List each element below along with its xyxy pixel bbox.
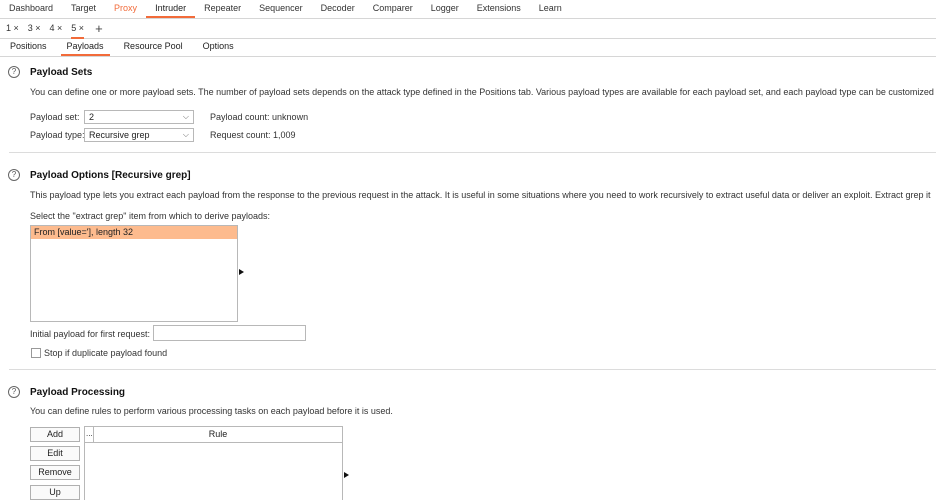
chevron-down-icon: ⌵ bbox=[182, 130, 189, 139]
remove-button[interactable]: Remove bbox=[30, 465, 80, 480]
attack-tabs: 1 × 3 × 4 × 5 × + bbox=[0, 19, 936, 39]
payload-set-label: Payload set: bbox=[30, 112, 80, 122]
payload-set-value: 2 bbox=[89, 112, 95, 122]
nav-decoder[interactable]: Decoder bbox=[312, 0, 364, 18]
up-button[interactable]: Up bbox=[30, 485, 80, 500]
sub-tabs: Positions Payloads Resource Pool Options bbox=[0, 39, 936, 57]
tab-options[interactable]: Options bbox=[197, 38, 240, 56]
nav-intruder[interactable]: Intruder bbox=[146, 0, 196, 18]
payload-processing-description: You can define rules to perform various … bbox=[30, 406, 393, 416]
splitter-arrow-icon[interactable] bbox=[344, 472, 349, 478]
payload-set-select[interactable]: 2 ⌵ bbox=[84, 110, 194, 124]
payload-processing-title: Payload Processing bbox=[30, 387, 126, 398]
add-button[interactable]: Add bbox=[30, 427, 80, 442]
nav-logger[interactable]: Logger bbox=[422, 0, 468, 18]
extract-grep-label: Select the "extract grep" item from whic… bbox=[30, 211, 270, 221]
rule-table-header: ... Rule bbox=[85, 427, 342, 443]
nav-sequencer[interactable]: Sequencer bbox=[250, 0, 312, 18]
top-nav: Dashboard Target Proxy Intruder Repeater… bbox=[0, 0, 936, 19]
chevron-down-icon: ⌵ bbox=[182, 112, 189, 121]
nav-proxy[interactable]: Proxy bbox=[105, 0, 146, 18]
rule-column-header[interactable]: Rule bbox=[94, 427, 342, 442]
payload-count: Payload count: unknown bbox=[210, 112, 309, 122]
nav-learn[interactable]: Learn bbox=[530, 0, 571, 18]
attack-tab-5[interactable]: 5 × bbox=[71, 19, 85, 39]
help-icon[interactable]: ? bbox=[8, 386, 20, 398]
nav-extensions[interactable]: Extensions bbox=[468, 0, 530, 18]
request-count: Request count: 1,009 bbox=[210, 130, 296, 140]
add-tab-icon[interactable]: + bbox=[95, 20, 103, 38]
initial-payload-input[interactable] bbox=[153, 325, 306, 341]
edit-button[interactable]: Edit bbox=[30, 446, 80, 461]
splitter-arrow-icon[interactable] bbox=[239, 269, 244, 275]
section-divider bbox=[9, 152, 936, 153]
payload-sets-description: You can define one or more payload sets.… bbox=[30, 87, 934, 97]
initial-payload-label: Initial payload for first request: bbox=[30, 329, 151, 339]
nav-repeater[interactable]: Repeater bbox=[195, 0, 250, 18]
extract-grep-list[interactable]: From [value='], length 32 bbox=[30, 225, 238, 322]
nav-target[interactable]: Target bbox=[62, 0, 105, 18]
payload-options-title: Payload Options [Recursive grep] bbox=[30, 170, 191, 181]
nav-comparer[interactable]: Comparer bbox=[364, 0, 422, 18]
payload-type-value: Recursive grep bbox=[89, 130, 150, 140]
payload-type-label: Payload type: bbox=[30, 130, 85, 140]
stop-duplicate-checkbox[interactable] bbox=[31, 348, 41, 358]
rule-table[interactable]: ... Rule bbox=[84, 426, 343, 500]
attack-tab-4[interactable]: 4 × bbox=[50, 19, 63, 39]
payload-sets-title: Payload Sets bbox=[30, 67, 93, 78]
section-divider bbox=[9, 369, 936, 370]
attack-tab-1[interactable]: 1 × bbox=[6, 19, 19, 39]
payload-options-description: This payload type lets you extract each … bbox=[30, 190, 931, 200]
list-item[interactable]: From [value='], length 32 bbox=[31, 226, 237, 239]
attack-tab-3[interactable]: 3 × bbox=[28, 19, 41, 39]
help-icon[interactable]: ? bbox=[8, 66, 20, 78]
help-icon[interactable]: ? bbox=[8, 169, 20, 181]
tab-payloads[interactable]: Payloads bbox=[60, 38, 110, 56]
nav-dashboard[interactable]: Dashboard bbox=[0, 0, 62, 18]
stop-duplicate-label: Stop if duplicate payload found bbox=[44, 348, 168, 358]
tab-resource-pool[interactable]: Resource Pool bbox=[118, 38, 189, 56]
tab-positions[interactable]: Positions bbox=[4, 38, 53, 56]
enabled-column-header[interactable]: ... bbox=[85, 427, 94, 442]
payload-type-select[interactable]: Recursive grep ⌵ bbox=[84, 128, 194, 142]
